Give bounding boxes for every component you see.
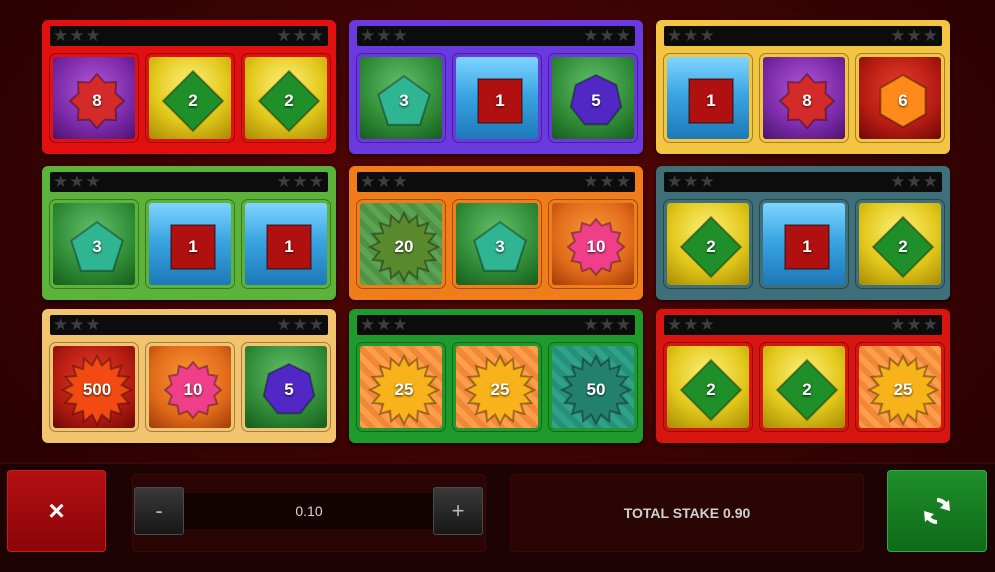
symbol-tile: 8 (49, 53, 139, 143)
star-icon: ★★★ (890, 26, 939, 45)
star-rating-bar: ★★★ ★★★ (50, 26, 328, 46)
symbol-tile: 2 (663, 199, 753, 289)
star-icon: ★★★ (276, 315, 325, 334)
symbol-tile: 8 (759, 53, 849, 143)
star-icon: ★★★ (360, 172, 409, 191)
star-rating-bar: ★★★ ★★★ (357, 26, 635, 46)
game-card[interactable]: ★★★ ★★★ 20 3 10 (349, 166, 643, 300)
symbol-tile: 25 (452, 342, 542, 432)
star-icon: ★★★ (667, 26, 716, 45)
decrease-stake-button[interactable]: - (134, 487, 184, 535)
star-icon: ★★★ (583, 315, 632, 334)
symbol-tile: 1 (145, 199, 235, 289)
star-icon: ★★★ (890, 315, 939, 334)
star-icon: ★★★ (53, 172, 102, 191)
total-stake-display: TOTAL STAKE 0.90 (510, 474, 864, 552)
star-icon: ★★★ (276, 172, 325, 191)
star-rating-bar: ★★★ ★★★ (50, 172, 328, 192)
symbol-value: 2 (706, 380, 716, 399)
symbol-tile: 2 (241, 53, 331, 143)
stake-value: 0.10 (295, 503, 323, 519)
symbol-value: 25 (490, 380, 510, 399)
star-icon: ★★★ (53, 26, 102, 45)
symbol-tile: 25 (356, 342, 446, 432)
symbol-value: 1 (284, 237, 294, 256)
symbol-value: 25 (893, 380, 913, 399)
symbol-value: 3 (495, 237, 505, 256)
game-card[interactable]: ★★★ ★★★ 3 1 5 (349, 20, 643, 154)
symbol-value: 2 (706, 237, 716, 256)
symbol-value: 8 (802, 91, 812, 110)
game-card[interactable]: ★★★ ★★★ 2 2 25 (656, 309, 950, 443)
symbol-value: 3 (92, 237, 102, 256)
star-rating-bar: ★★★ ★★★ (357, 315, 635, 335)
star-icon: ★★★ (890, 172, 939, 191)
symbol-value: 50 (586, 380, 606, 399)
symbol-value: 2 (188, 91, 198, 110)
symbol-value: 8 (92, 91, 102, 110)
star-rating-bar: ★★★ ★★★ (664, 26, 942, 46)
symbol-value: 6 (898, 91, 908, 110)
star-icon: ★★★ (276, 26, 325, 45)
symbol-value: 5 (284, 380, 294, 399)
spin-button[interactable] (887, 470, 987, 552)
symbol-tile: 3 (452, 199, 542, 289)
symbol-value: 20 (394, 237, 414, 256)
symbol-tile: 1 (241, 199, 331, 289)
symbol-tile: 2 (855, 199, 945, 289)
symbol-value: 2 (802, 380, 812, 399)
refresh-icon (924, 498, 950, 524)
symbol-value: 1 (188, 237, 198, 256)
symbol-value: 10 (586, 237, 606, 256)
symbol-value: 5 (591, 91, 601, 110)
star-icon: ★★★ (583, 26, 632, 45)
symbol-tile: 1 (452, 53, 542, 143)
game-card[interactable]: ★★★ ★★★ 2 1 2 (656, 166, 950, 300)
symbol-tile: 2 (759, 342, 849, 432)
game-card[interactable]: ★★★ ★★★ 25 25 50 (349, 309, 643, 443)
game-card[interactable]: ★★★ ★★★ 3 1 1 (42, 166, 336, 300)
symbol-tile: 5 (548, 53, 638, 143)
symbol-tile: 1 (663, 53, 753, 143)
increase-stake-button[interactable]: + (433, 487, 483, 535)
symbol-tile: 10 (548, 199, 638, 289)
star-icon: ★★★ (583, 172, 632, 191)
star-icon: ★★★ (360, 26, 409, 45)
star-icon: ★★★ (667, 315, 716, 334)
symbol-value: 1 (802, 237, 812, 256)
star-icon: ★★★ (360, 315, 409, 334)
star-rating-bar: ★★★ ★★★ (50, 315, 328, 335)
symbol-value: 10 (183, 380, 203, 399)
symbol-tile: 5 (241, 342, 331, 432)
symbol-value: 1 (495, 91, 505, 110)
star-icon: ★★★ (667, 172, 716, 191)
symbol-tile: 2 (145, 53, 235, 143)
symbol-tile: 3 (49, 199, 139, 289)
symbol-value: 25 (394, 380, 414, 399)
symbol-tile: 6 (855, 53, 945, 143)
symbol-tile: 500 (49, 342, 139, 432)
game-card[interactable]: ★★★ ★★★ 1 8 6 (656, 20, 950, 154)
game-card[interactable]: ★★★ ★★★ 500 10 5 (42, 309, 336, 443)
game-card[interactable]: ★★★ ★★★ 8 2 2 (42, 20, 336, 154)
star-rating-bar: ★★★ ★★★ (664, 315, 942, 335)
symbol-tile: 1 (759, 199, 849, 289)
symbol-value: 500 (82, 380, 112, 399)
symbol-value: 2 (284, 91, 294, 110)
symbol-tile: 3 (356, 53, 446, 143)
symbol-tile: 50 (548, 342, 638, 432)
close-button[interactable]: × (7, 470, 106, 552)
cards-grid: ★★★ ★★★ 8 2 2 ★★★ ★★★ 3 1 5 ★★★ ★★★ 1 8 6 ★★★ ★★★ 3 1 1 ★★★ ★… (0, 0, 995, 460)
symbol-tile: 20 (356, 199, 446, 289)
symbol-tile: 10 (145, 342, 235, 432)
star-rating-bar: ★★★ ★★★ (357, 172, 635, 192)
symbol-value: 3 (399, 91, 409, 110)
star-rating-bar: ★★★ ★★★ (664, 172, 942, 192)
symbol-tile: 2 (663, 342, 753, 432)
symbol-value: 2 (898, 237, 908, 256)
symbol-tile: 25 (855, 342, 945, 432)
symbol-value: 1 (706, 91, 716, 110)
star-icon: ★★★ (53, 315, 102, 334)
